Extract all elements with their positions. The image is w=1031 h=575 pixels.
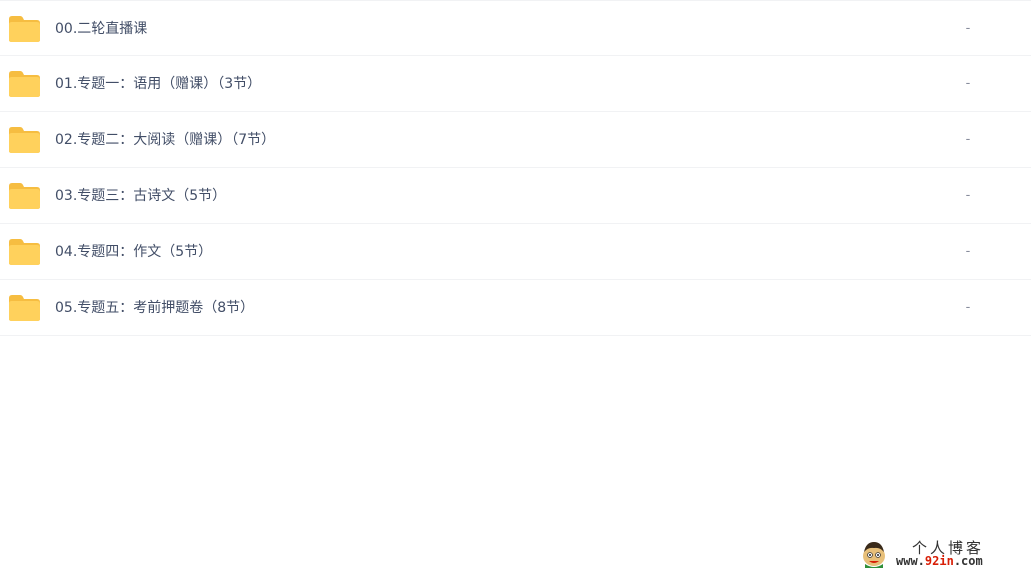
file-name[interactable]: 00.二轮直播课	[55, 1, 147, 57]
list-item[interactable]: 01.专题一：语用（赠课）（3节） -	[0, 56, 1031, 112]
list-item[interactable]: 05.专题五：考前押题卷（8节） -	[0, 280, 1031, 336]
file-size: -	[965, 76, 971, 91]
file-size: -	[965, 244, 971, 259]
folder-icon	[9, 183, 40, 209]
list-item[interactable]: 03.专题三：古诗文（5节） -	[0, 168, 1031, 224]
watermark-url-suffix: .com	[953, 554, 983, 568]
watermark-url-prefix: www.	[896, 554, 925, 568]
file-size: -	[965, 188, 971, 203]
watermark-url: www.92in.com	[896, 554, 983, 568]
file-name[interactable]: 02.专题二：大阅读（赠课）（7节）	[55, 112, 275, 168]
file-name[interactable]: 05.专题五：考前押题卷（8节）	[55, 280, 254, 336]
file-list: 00.二轮直播课 - 01.专题一：语用（赠课）（3节） - 02.专题二：大阅…	[0, 0, 1031, 336]
list-item[interactable]: 04.专题四：作文（5节） -	[0, 224, 1031, 280]
watermark: 个人博客 www.92in.com	[858, 537, 1018, 571]
list-item[interactable]: 02.专题二：大阅读（赠课）（7节） -	[0, 112, 1031, 168]
folder-icon	[9, 239, 40, 265]
file-size: -	[965, 300, 971, 315]
watermark-url-highlight: 92in	[924, 554, 954, 568]
folder-icon	[9, 295, 40, 321]
folder-icon	[9, 71, 40, 97]
file-size: -	[965, 21, 971, 36]
file-name[interactable]: 01.专题一：语用（赠课）（3节）	[55, 56, 261, 112]
file-size: -	[965, 132, 971, 147]
cartoon-avatar-icon	[863, 542, 885, 568]
file-name[interactable]: 03.专题三：古诗文（5节）	[55, 168, 226, 224]
list-item[interactable]: 00.二轮直播课 -	[0, 0, 1031, 56]
file-name[interactable]: 04.专题四：作文（5节）	[55, 224, 212, 280]
folder-icon	[9, 16, 40, 42]
folder-icon	[9, 127, 40, 153]
